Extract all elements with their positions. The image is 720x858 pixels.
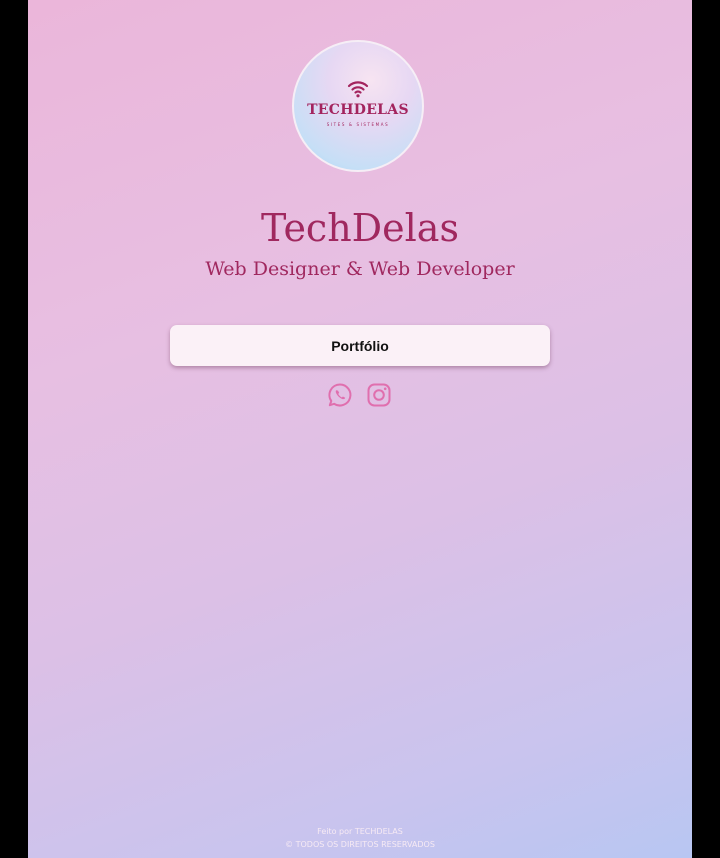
wifi-icon: [347, 81, 369, 98]
profile-name: TechDelas: [261, 206, 459, 250]
footer-copyright: © TODOS OS DIREITOS RESERVADOS: [285, 840, 435, 849]
portfolio-button[interactable]: Portfólio: [170, 325, 550, 366]
whatsapp-icon[interactable]: [327, 382, 353, 408]
logo-tagline: SITES & SISTEMAS: [326, 122, 390, 127]
logo-wordmark: TECHDELAS: [307, 102, 409, 118]
footer-made-by: Feito por TECHDELAS: [317, 827, 403, 836]
instagram-icon[interactable]: [366, 382, 392, 408]
link-page: TECHDELAS SITES & SISTEMAS TechDelas Web…: [28, 0, 692, 858]
logo-avatar: TECHDELAS SITES & SISTEMAS: [292, 40, 424, 172]
profile-role: Web Designer & Web Developer: [205, 258, 515, 280]
